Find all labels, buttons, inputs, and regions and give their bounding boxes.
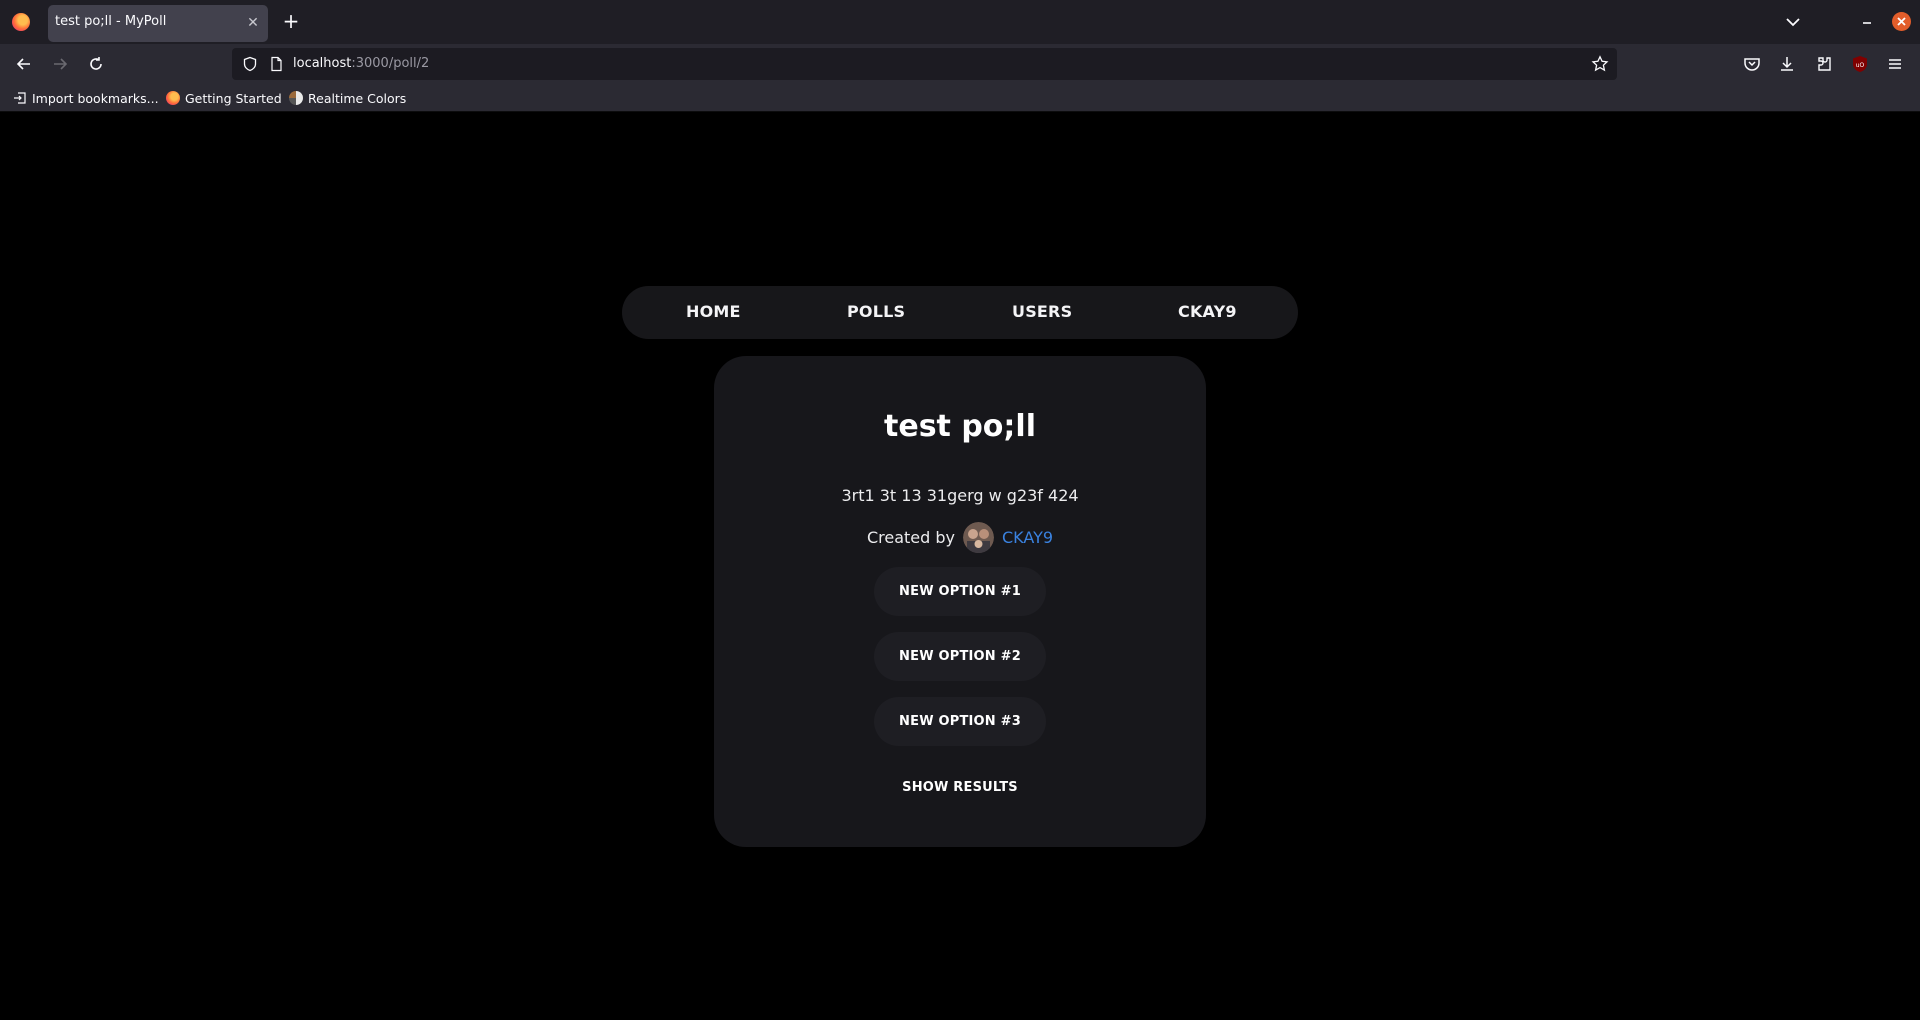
realtime-colors-icon	[289, 91, 303, 105]
nav-profile[interactable]: CKAY9	[1178, 302, 1237, 321]
firefox-icon	[166, 91, 180, 105]
poll-card: test po;ll 3rt1 3t 13 31gerg w g23f 424 …	[714, 356, 1206, 847]
url-host: localhost	[293, 56, 352, 71]
reload-icon[interactable]	[86, 54, 106, 74]
poll-description: 3rt1 3t 13 31gerg w g23f 424	[841, 486, 1079, 505]
browser-tab-active[interactable]: test po;ll - MyPoll ✕	[48, 5, 268, 42]
author-avatar[interactable]	[962, 522, 994, 553]
download-icon[interactable]	[1777, 54, 1797, 74]
bookmark-star-icon[interactable]	[1591, 55, 1609, 73]
poll-title: test po;ll	[884, 409, 1036, 444]
nav-users[interactable]: USERS	[1012, 302, 1072, 321]
bookmark-realtime-colors[interactable]: Realtime Colors	[289, 90, 406, 106]
bookmark-label: Getting Started	[185, 90, 282, 106]
back-arrow-icon[interactable]	[14, 54, 34, 74]
url-path: :3000/poll/2	[351, 56, 430, 71]
bookmark-label: Realtime Colors	[308, 90, 407, 106]
svg-text:uO: uO	[1856, 62, 1865, 69]
minimize-icon[interactable]	[1857, 12, 1877, 32]
import-icon	[14, 92, 26, 104]
poll-option-button[interactable]: NEW OPTION #2	[874, 632, 1046, 681]
bookmark-import[interactable]: Import bookmarks...	[13, 90, 159, 106]
tab-title: test po;ll - MyPoll	[55, 14, 167, 29]
nav-polls[interactable]: POLLS	[847, 302, 905, 321]
ublock-origin-icon[interactable]: uO	[1850, 54, 1870, 74]
show-results-button[interactable]: SHOW RESULTS	[714, 780, 1206, 795]
chevron-down-icon[interactable]	[1783, 12, 1803, 32]
page-icon[interactable]	[268, 56, 284, 72]
poll-option-button[interactable]: NEW OPTION #3	[874, 697, 1046, 746]
address-bar[interactable]: localhost:3000/poll/2	[232, 48, 1617, 80]
close-icon	[1897, 17, 1906, 26]
bookmarks-toolbar: Import bookmarks... Getting Started Real…	[0, 84, 1920, 112]
hamburger-menu-icon[interactable]	[1885, 54, 1905, 74]
browser-tab-bar: test po;ll - MyPoll ✕ +	[0, 0, 1920, 44]
site-nav: HOME POLLS USERS CKAY9	[622, 286, 1298, 339]
url-text[interactable]: localhost:3000/poll/2	[293, 56, 429, 71]
created-by-label: Created by	[866, 528, 955, 547]
browser-toolbar: localhost:3000/poll/2 uO	[0, 44, 1920, 84]
nav-home[interactable]: HOME	[686, 302, 741, 321]
extensions-icon[interactable]	[1814, 54, 1834, 74]
poll-author-row: Created by CKAY9	[714, 522, 1206, 553]
author-link[interactable]: CKAY9	[1002, 528, 1053, 547]
bookmark-label: Import bookmarks...	[32, 90, 159, 106]
shield-icon[interactable]	[242, 56, 258, 72]
firefox-logo-icon[interactable]	[12, 13, 30, 31]
new-tab-icon[interactable]: +	[281, 11, 301, 31]
forward-arrow-icon[interactable]	[50, 54, 70, 74]
poll-option-button[interactable]: NEW OPTION #1	[874, 567, 1046, 616]
page-viewport: HOME POLLS USERS CKAY9 test po;ll 3rt1 3…	[0, 113, 1920, 1020]
pocket-icon[interactable]	[1742, 54, 1762, 74]
window-close-button[interactable]	[1892, 12, 1911, 31]
close-tab-icon[interactable]: ✕	[244, 14, 262, 32]
bookmark-getting-started[interactable]: Getting Started	[166, 90, 282, 106]
